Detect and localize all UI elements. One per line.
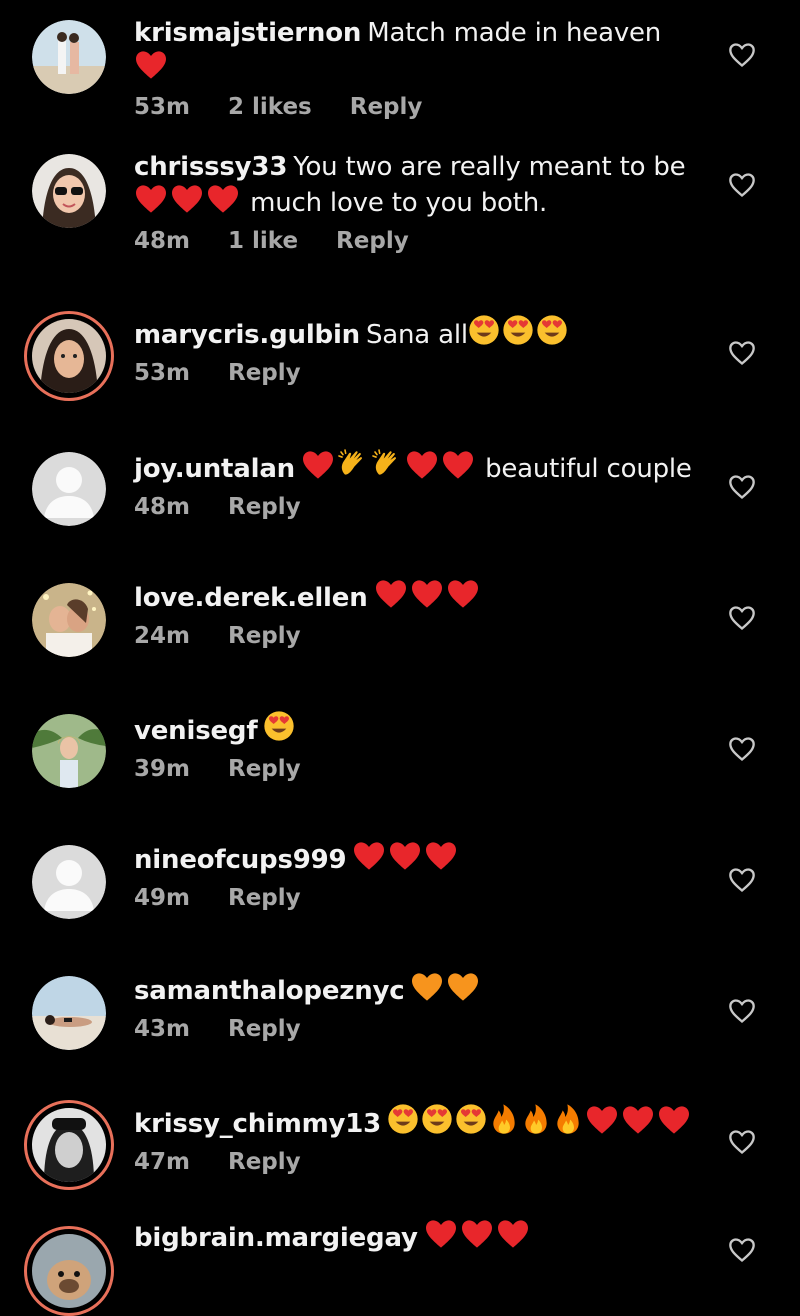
- comment-timestamp: 48m: [134, 494, 190, 520]
- red-heart-emoji-icon: [170, 184, 204, 214]
- reply-button[interactable]: Reply: [228, 494, 301, 520]
- user-avatar[interactable]: [32, 845, 106, 919]
- heart-eyes-emoji-icon: [455, 1103, 487, 1135]
- comment-text: Sana all: [365, 320, 468, 350]
- comment-timestamp: 43m: [134, 1016, 190, 1042]
- red-heart-emoji-icon: [374, 579, 408, 609]
- comment-username[interactable]: krissy_chimmy13: [134, 1109, 381, 1139]
- heart-eyes-emoji-icon: [502, 314, 534, 346]
- like-comment-heart-icon[interactable]: [728, 867, 756, 893]
- comment-username[interactable]: love.derek.ellen: [134, 583, 368, 613]
- comment-timestamp: 53m: [134, 360, 190, 386]
- comment-timestamp: 39m: [134, 756, 190, 782]
- red-heart-emoji-icon: [621, 1105, 655, 1135]
- red-heart-emoji-icon: [441, 450, 475, 480]
- red-heart-emoji-icon: [410, 579, 444, 609]
- comments-list: krismajstiernon Match made in heaven 53m 2 …: [0, 0, 800, 1316]
- like-comment-heart-icon[interactable]: [728, 340, 756, 366]
- red-heart-emoji-icon: [388, 841, 422, 871]
- comment-likes-count[interactable]: 2 likes: [228, 94, 312, 120]
- clapping-hands-emoji-icon: [337, 448, 369, 480]
- user-avatar[interactable]: [24, 1100, 114, 1190]
- comment-username[interactable]: venisegf: [134, 716, 258, 746]
- like-comment-heart-icon[interactable]: [728, 474, 756, 500]
- comment-username[interactable]: marycris.gulbin: [134, 320, 360, 350]
- comment-text-line2: much love to you both.: [250, 188, 548, 218]
- red-heart-emoji-icon: [657, 1105, 691, 1135]
- comment-username[interactable]: samanthalopeznyc: [134, 976, 405, 1006]
- red-heart-emoji-icon: [301, 450, 335, 480]
- user-avatar[interactable]: [32, 714, 106, 788]
- heart-eyes-emoji-icon: [263, 710, 295, 742]
- comment-username[interactable]: bigbrain.margiegay: [134, 1223, 418, 1253]
- like-comment-heart-icon[interactable]: [728, 605, 756, 631]
- comment-text: You two are really meant to be: [293, 152, 686, 182]
- orange-heart-emoji-icon: [446, 972, 480, 1002]
- like-comment-heart-icon[interactable]: [728, 998, 756, 1024]
- red-heart-emoji-icon: [134, 184, 168, 214]
- user-avatar[interactable]: [32, 452, 106, 526]
- heart-eyes-emoji-icon: [421, 1103, 453, 1135]
- fire-emoji-icon: [489, 1103, 519, 1135]
- red-heart-emoji-icon: [496, 1219, 530, 1249]
- comment-username[interactable]: krismajstiernon: [134, 18, 361, 48]
- like-comment-heart-icon[interactable]: [728, 736, 756, 762]
- comment-username[interactable]: joy.untalan: [134, 454, 295, 484]
- comment-username[interactable]: chrisssy33: [134, 152, 287, 182]
- red-heart-emoji-icon: [134, 50, 168, 80]
- comment-text: beautiful couple: [485, 454, 692, 484]
- comment-timestamp: 53m: [134, 94, 190, 120]
- clapping-hands-emoji-icon: [371, 448, 403, 480]
- comment-text: Match made in heaven: [367, 18, 662, 48]
- like-comment-heart-icon[interactable]: [728, 42, 756, 68]
- red-heart-emoji-icon: [446, 579, 480, 609]
- reply-button[interactable]: Reply: [228, 360, 301, 386]
- fire-emoji-icon: [521, 1103, 551, 1135]
- reply-button[interactable]: Reply: [336, 228, 409, 254]
- like-comment-heart-icon[interactable]: [728, 1237, 756, 1263]
- user-avatar[interactable]: [24, 1226, 114, 1316]
- like-comment-heart-icon[interactable]: [728, 172, 756, 198]
- red-heart-emoji-icon: [206, 184, 240, 214]
- user-avatar[interactable]: [32, 976, 106, 1050]
- reply-button[interactable]: Reply: [228, 1149, 301, 1175]
- heart-eyes-emoji-icon: [468, 314, 500, 346]
- heart-eyes-emoji-icon: [387, 1103, 419, 1135]
- user-avatar[interactable]: [24, 311, 114, 401]
- red-heart-emoji-icon: [424, 841, 458, 871]
- red-heart-emoji-icon: [352, 841, 386, 871]
- like-comment-heart-icon[interactable]: [728, 1129, 756, 1155]
- fire-emoji-icon: [553, 1103, 583, 1135]
- red-heart-emoji-icon: [424, 1219, 458, 1249]
- reply-button[interactable]: Reply: [228, 623, 301, 649]
- comment-timestamp: 48m: [134, 228, 190, 254]
- reply-button[interactable]: Reply: [228, 1016, 301, 1042]
- red-heart-emoji-icon: [405, 450, 439, 480]
- comment-timestamp: 49m: [134, 885, 190, 911]
- user-avatar[interactable]: [32, 154, 106, 228]
- user-avatar[interactable]: [32, 583, 106, 657]
- orange-heart-emoji-icon: [410, 972, 444, 1002]
- comment-timestamp: 24m: [134, 623, 190, 649]
- comment-username[interactable]: nineofcups999: [134, 845, 347, 875]
- red-heart-emoji-icon: [585, 1105, 619, 1135]
- reply-button[interactable]: Reply: [228, 756, 301, 782]
- red-heart-emoji-icon: [460, 1219, 494, 1249]
- comment-likes-count[interactable]: 1 like: [228, 228, 298, 254]
- user-avatar[interactable]: [32, 20, 106, 94]
- heart-eyes-emoji-icon: [536, 314, 568, 346]
- reply-button[interactable]: Reply: [350, 94, 423, 120]
- comment-timestamp: 47m: [134, 1149, 190, 1175]
- reply-button[interactable]: Reply: [228, 885, 301, 911]
